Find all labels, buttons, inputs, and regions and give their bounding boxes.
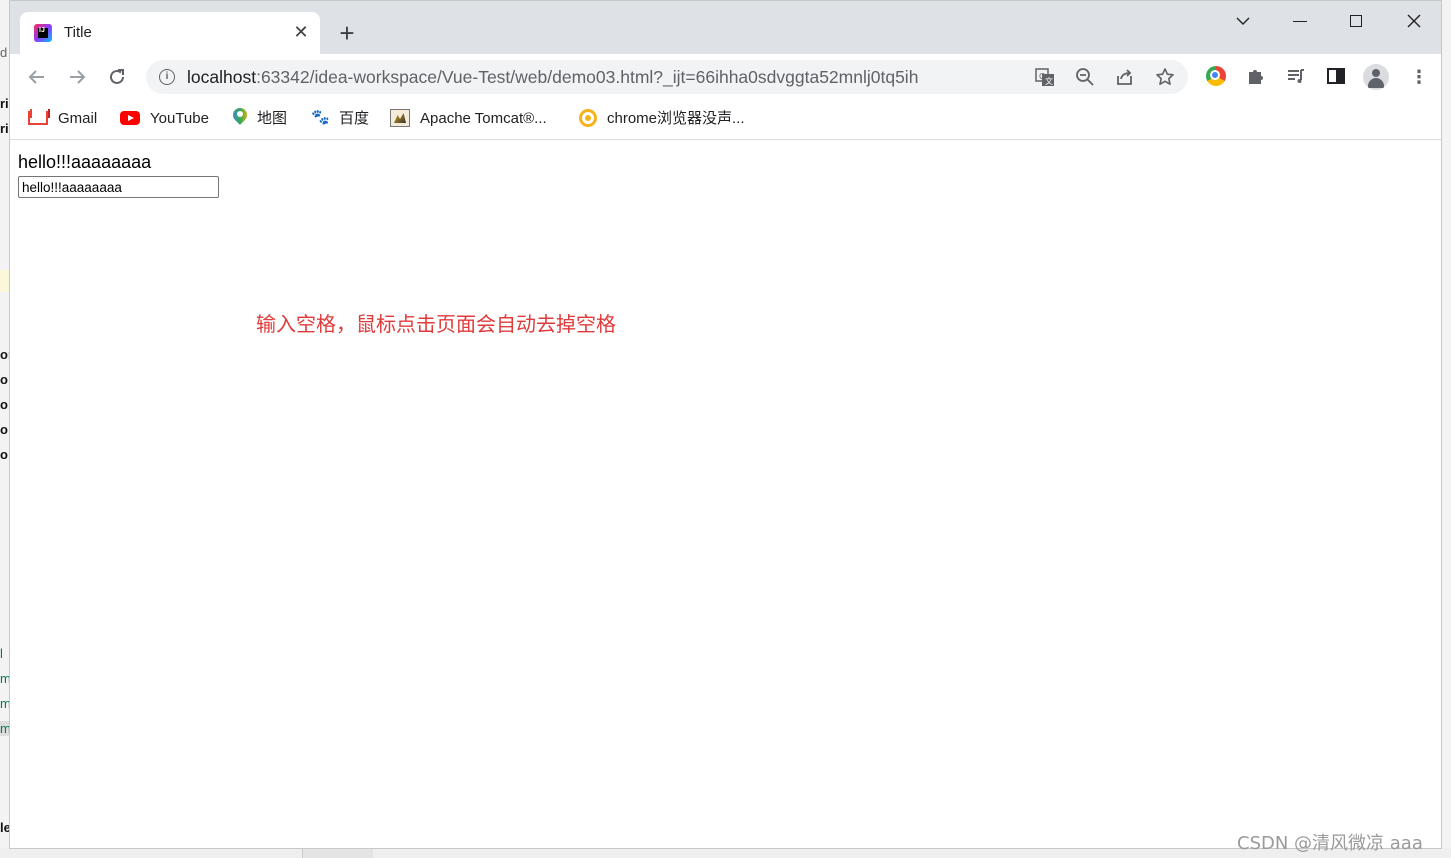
tab-strip: IJ Title ✕ + — [10, 1, 1441, 54]
media-playlist-icon[interactable] — [1285, 66, 1307, 88]
bookmark-gmail[interactable]: Gmail — [28, 108, 97, 130]
bookmark-label: Apache Tomcat®... — [420, 110, 547, 127]
reload-icon[interactable] — [104, 64, 130, 90]
maps-icon — [233, 108, 247, 126]
svg-text:文: 文 — [1045, 76, 1053, 86]
gmail-icon — [28, 109, 50, 126]
baidu-icon: 🐾 — [311, 109, 330, 127]
bookmarks-bar: Gmail YouTube 地图 🐾 百度 Apache Tomcat®... c… — [10, 100, 1441, 140]
side-panel-icon[interactable] — [1325, 66, 1347, 88]
bookmark-label: 百度 — [339, 110, 370, 127]
maximize-icon[interactable] — [1342, 9, 1372, 33]
taskbar-segment — [302, 848, 373, 858]
csdn-watermark: CSDN @清风微凉 aaa — [1237, 833, 1423, 854]
share-icon[interactable] — [1114, 67, 1136, 89]
bookmark-chrome-help[interactable]: chrome浏览器没声... — [579, 108, 745, 130]
tomcat-icon — [390, 109, 410, 128]
url-host: localhost — [187, 67, 257, 87]
ide-fragment: l — [0, 646, 3, 661]
background-right-strip — [1442, 0, 1451, 858]
bookmark-maps[interactable]: 地图 — [233, 108, 287, 130]
ide-fragment: o — [0, 372, 8, 387]
arrow-left-icon[interactable] — [24, 64, 50, 90]
browser-toolbar: i localhost:63342/idea-workspace/Vue-Tes… — [10, 54, 1441, 100]
minimize-icon[interactable] — [1285, 9, 1315, 33]
puzzle-icon[interactable] — [1245, 66, 1267, 88]
annotation-note: 输入空格，鼠标点击页面会自动去掉空格 — [256, 312, 616, 336]
message-text: hello!!!aaaaaaaa — [18, 152, 152, 172]
ide-fragment: o — [0, 447, 8, 462]
close-icon[interactable]: ✕ — [290, 21, 312, 43]
bookmark-label: chrome浏览器没声... — [607, 110, 745, 127]
bookmark-youtube[interactable]: YouTube — [120, 108, 209, 130]
chrome-help-icon — [579, 109, 597, 128]
page-content: hello!!!aaaaaaaa 输入空格，鼠标点击页面会自动去掉空格 — [10, 140, 1441, 848]
bookmark-label: 地图 — [257, 110, 288, 127]
star-icon[interactable] — [1154, 67, 1176, 89]
translate-icon[interactable]: G文 — [1034, 67, 1056, 89]
bookmark-label: YouTube — [150, 110, 209, 127]
chevron-down-icon[interactable] — [1228, 9, 1258, 33]
arrow-right-icon[interactable] — [64, 64, 90, 90]
ide-fragment: d — [0, 45, 8, 60]
profile-avatar-icon[interactable] — [1363, 64, 1389, 90]
zoom-out-icon[interactable] — [1074, 67, 1096, 89]
chrome-extension-icon[interactable] — [1206, 66, 1226, 86]
bookmark-baidu[interactable]: 🐾 百度 — [311, 108, 369, 130]
message-input[interactable] — [18, 176, 219, 198]
ide-fragment: ri — [0, 121, 9, 136]
browser-window: IJ Title ✕ + i localhost:63342/idea-work… — [9, 0, 1442, 849]
ide-fragment: o — [0, 397, 8, 412]
intellij-icon: IJ — [34, 24, 52, 42]
bookmark-tomcat[interactable]: Apache Tomcat®... — [390, 108, 547, 130]
url-path: :63342/idea-workspace/Vue-Test/web/demo0… — [256, 67, 919, 87]
ide-fragment: ri — [0, 96, 9, 111]
close-icon[interactable] — [1399, 9, 1429, 33]
address-bar[interactable]: i localhost:63342/idea-workspace/Vue-Tes… — [146, 60, 1188, 94]
tab-title-label: Title — [64, 24, 92, 41]
tab-title[interactable]: IJ Title ✕ — [20, 12, 320, 54]
plus-icon[interactable]: + — [334, 20, 360, 46]
url-text[interactable]: localhost:63342/idea-workspace/Vue-Test/… — [187, 67, 918, 88]
site-info-icon[interactable]: i — [159, 69, 175, 85]
background-taskbar-strip — [0, 848, 1451, 858]
bookmark-label: Gmail — [58, 110, 98, 127]
kebab-menu-icon[interactable]: ⋮ — [1410, 66, 1428, 88]
ide-fragment: o — [0, 422, 8, 437]
youtube-icon — [120, 111, 140, 126]
